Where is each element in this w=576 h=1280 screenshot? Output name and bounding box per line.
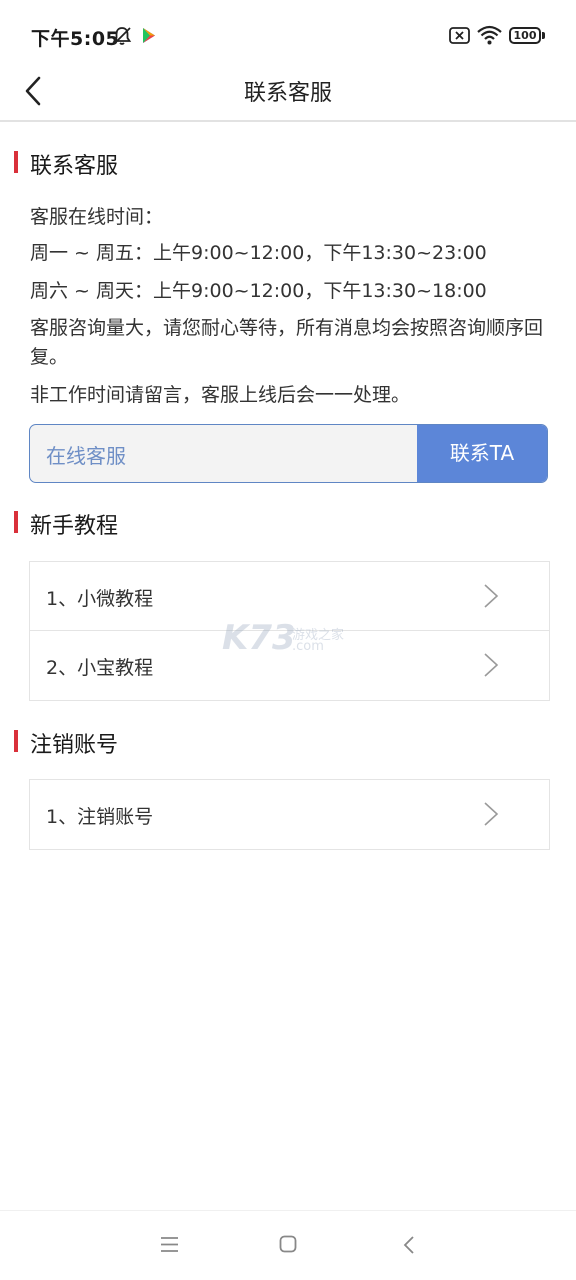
wifi-icon (477, 25, 502, 45)
system-back-icon[interactable] (402, 1235, 416, 1255)
list-item-label: 1、小微教程 (46, 588, 154, 610)
weekday-hours: 周一 ~ 周五：上午9:00~12:00，下午13:30~23:00 (30, 242, 487, 264)
online-service-box: 在线客服 联系TA (29, 424, 548, 483)
watermark-k73: K73 (222, 618, 296, 658)
status-time: 下午5:05 (31, 28, 120, 50)
chevron-right-icon (484, 584, 499, 608)
section-title-tutorial: 新手教程 (30, 514, 119, 539)
page-title: 联系客服 (243, 81, 332, 106)
status-bar: 下午5:05 100 (0, 0, 576, 70)
bell-off-icon (112, 27, 132, 45)
contact-ta-button[interactable]: 联系TA (417, 425, 547, 482)
menu-icon[interactable] (160, 1235, 179, 1254)
battery-icon: 100 (509, 27, 545, 44)
chevron-right-icon (484, 802, 499, 826)
watermark-domain: .com (292, 639, 324, 654)
list-item-label: 2、小宝教程 (46, 657, 154, 679)
watermark-logo: K73 游戏之家 .com (222, 618, 352, 658)
home-square-icon[interactable] (279, 1235, 297, 1253)
list-item-label: 1、注销账号 (46, 806, 154, 828)
section-accent-bar (14, 151, 18, 173)
section-title-account: 注销账号 (30, 733, 119, 758)
nav-bar: 联系客服 (0, 70, 576, 122)
service-hours-label: 客服在线时间： (30, 206, 164, 228)
section-tutorial-header: 新手教程 (0, 508, 576, 539)
section-account-header: 注销账号 (0, 727, 576, 758)
section-title-contact: 联系客服 (30, 154, 119, 179)
account-list: 1、注销账号 (29, 779, 550, 850)
wait-notice: 客服咨询量大，请您耐心等待，所有消息均会按照咨询顺序回复。 (30, 317, 544, 368)
section-contact-header: 联系客服 (0, 148, 576, 179)
weekend-hours: 周六 ~ 周天：上午9:00~12:00，下午13:30~18:00 (30, 280, 487, 302)
online-service-label: 在线客服 (46, 444, 126, 468)
play-store-icon (143, 28, 155, 43)
list-item-deregister-account[interactable]: 1、注销账号 (30, 780, 549, 849)
sim-error-icon (449, 27, 470, 44)
battery-level: 100 (509, 27, 541, 44)
section-accent-bar (14, 730, 18, 752)
section-accent-bar (14, 511, 18, 533)
chevron-right-icon (484, 653, 499, 677)
system-nav-bar (0, 1210, 576, 1280)
offline-notice: 非工作时间请留言，客服上线后会一一处理。 (30, 384, 411, 406)
